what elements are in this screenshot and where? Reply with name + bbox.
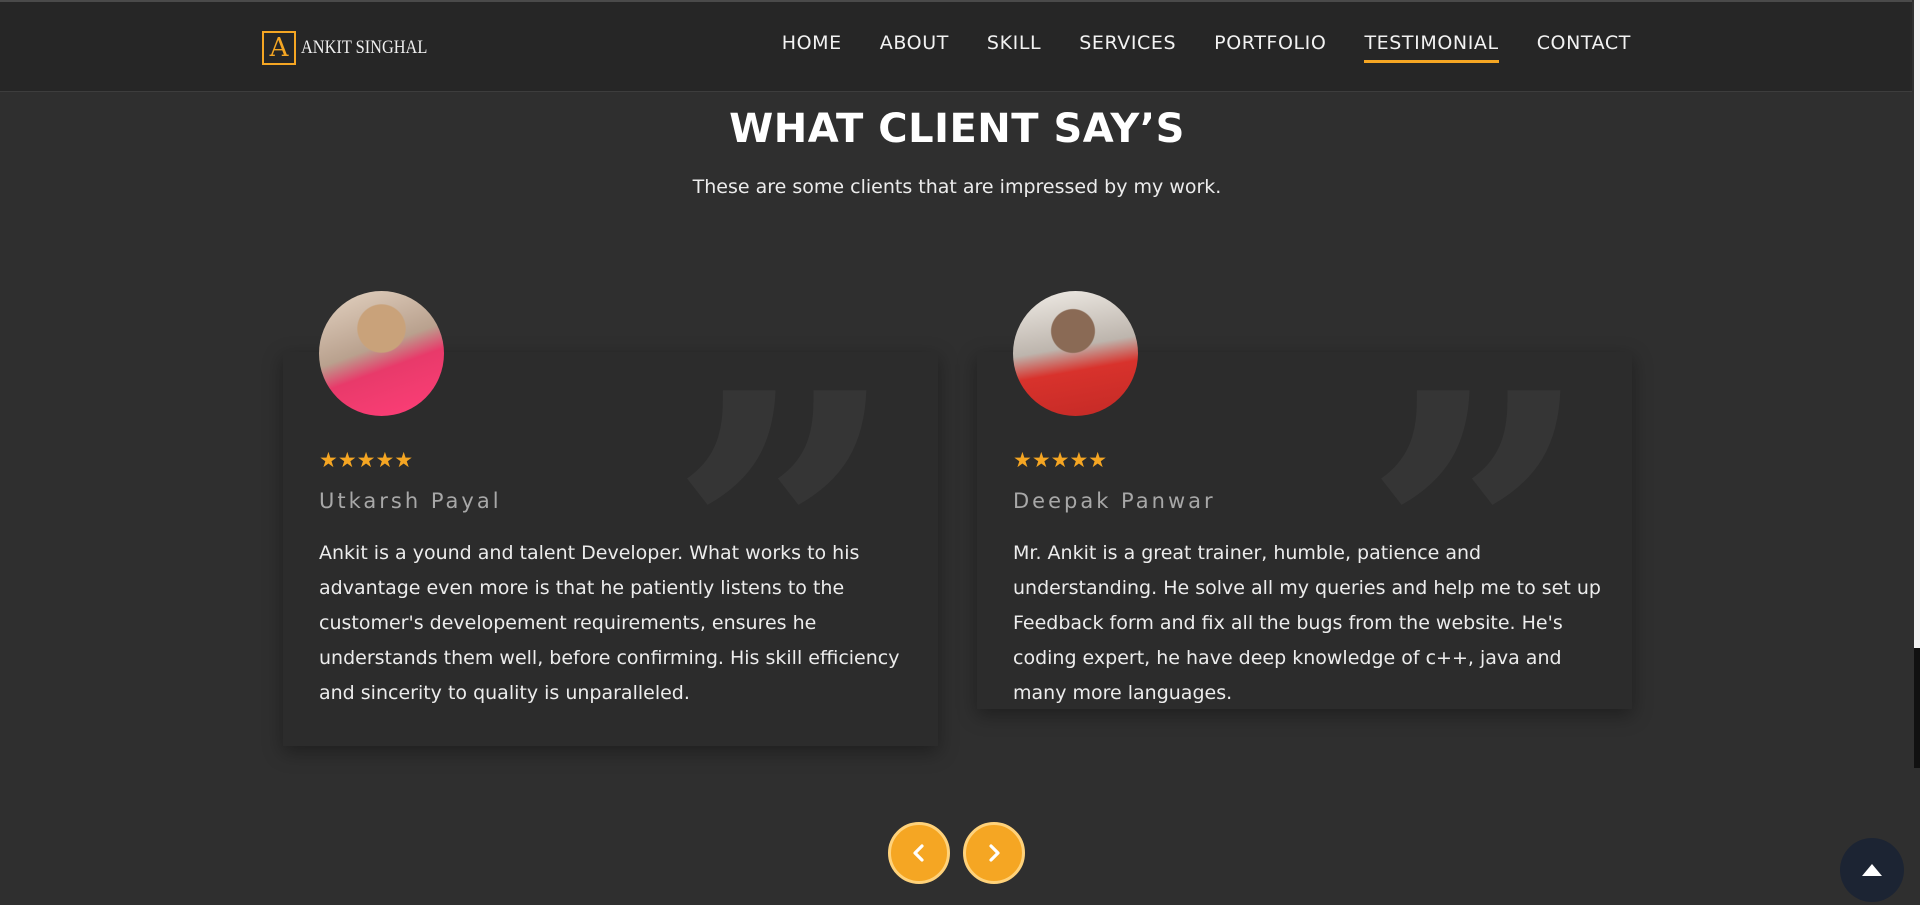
nav-services[interactable]: SERVICES bbox=[1079, 32, 1176, 63]
nav-skill[interactable]: SKILL bbox=[987, 32, 1041, 63]
client-name: Utkarsh Payal bbox=[319, 489, 502, 513]
rating-stars-icon: ★★★★★ bbox=[1013, 448, 1108, 472]
testimonial-text: Mr. Ankit is a great trainer, humble, pa… bbox=[1013, 542, 1601, 704]
nav-contact[interactable]: CONTACT bbox=[1537, 32, 1631, 63]
nav-testimonial[interactable]: TESTIMONIAL bbox=[1364, 32, 1499, 63]
carousel-prev-button[interactable] bbox=[888, 822, 950, 884]
chevron-right-icon bbox=[989, 844, 1000, 862]
nav-about[interactable]: ABOUT bbox=[880, 32, 949, 63]
section-title: WHAT CLIENT SAY’S bbox=[729, 106, 1185, 152]
main-nav: HOME ABOUT SKILL SERVICES PORTFOLIO TEST… bbox=[782, 32, 1631, 63]
client-name: Deepak Panwar bbox=[1013, 489, 1216, 513]
scrollbar-thumb[interactable] bbox=[1914, 0, 1920, 648]
nav-portfolio[interactable]: PORTFOLIO bbox=[1214, 32, 1326, 63]
client-avatar bbox=[1013, 291, 1138, 416]
testimonial-text: Ankit is a yound and talent Developer. W… bbox=[319, 542, 900, 704]
logo-mark: A bbox=[262, 31, 296, 65]
nav-home[interactable]: HOME bbox=[782, 32, 842, 63]
rating-stars-icon: ★★★★★ bbox=[319, 448, 414, 472]
testimonial-card: ” ★★★★★ Utkarsh Payal Ankit is a yound a… bbox=[283, 291, 938, 746]
testimonial-card: ” ★★★★★ Deepak Panwar Mr. Ankit is a gre… bbox=[977, 291, 1632, 742]
scrollbar-track-segment bbox=[1914, 648, 1920, 768]
top-navbar: A ANKIT SINGHAL HOME ABOUT SKILL SERVICE… bbox=[0, 0, 1920, 92]
logo-text: ANKIT SINGHAL bbox=[301, 37, 428, 58]
section-subtitle: These are some clients that are impresse… bbox=[692, 176, 1222, 198]
chevron-left-icon bbox=[913, 844, 924, 862]
back-to-top-button[interactable] bbox=[1840, 838, 1904, 902]
caret-up-icon bbox=[1862, 864, 1882, 876]
site-logo[interactable]: A ANKIT SINGHAL bbox=[262, 30, 448, 66]
client-avatar bbox=[319, 291, 444, 416]
carousel-next-button[interactable] bbox=[963, 822, 1025, 884]
